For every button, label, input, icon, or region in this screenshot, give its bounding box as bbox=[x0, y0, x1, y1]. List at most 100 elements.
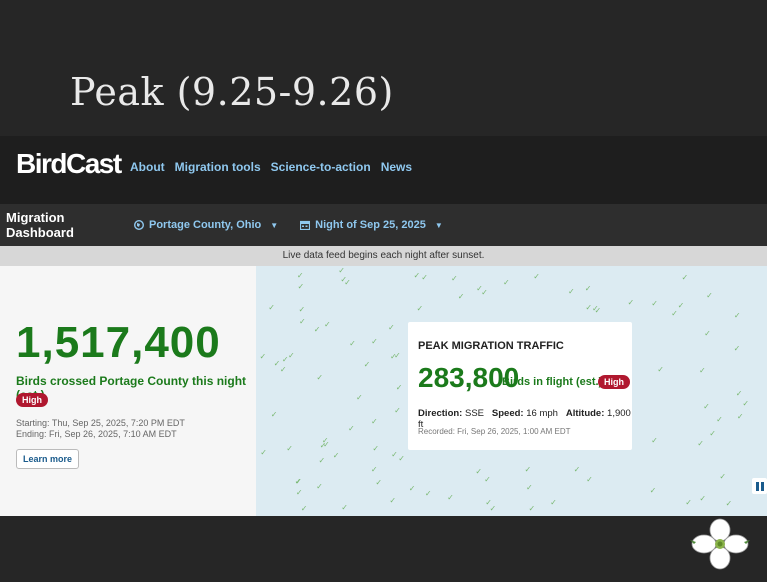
globe-icon bbox=[134, 220, 144, 230]
bird-marker-icon: ✓ bbox=[586, 474, 593, 484]
bird-marker-icon: ✓ bbox=[733, 343, 741, 353]
bird-marker-icon: ✓ bbox=[657, 364, 664, 374]
bird-marker-icon: ✓ bbox=[270, 410, 278, 420]
bird-marker-icon: ✓ bbox=[349, 338, 356, 348]
peak-traffic-card: PEAK MIGRATION TRAFFIC 283,800 Birds in … bbox=[408, 322, 632, 450]
bird-marker-icon: ✓ bbox=[286, 443, 293, 453]
bird-marker-icon: ✓ bbox=[313, 324, 321, 334]
bird-marker-icon: ✓ bbox=[347, 423, 355, 433]
slide-title: Peak (9.25-9.26) bbox=[70, 70, 394, 114]
top-nav: BirdCast About Migration tools Science-t… bbox=[0, 136, 767, 204]
bird-marker-icon: ✓ bbox=[733, 311, 741, 321]
bird-marker-icon: ✓ bbox=[296, 271, 304, 281]
total-birds-count: 1,517,400 bbox=[16, 318, 221, 367]
pause-icon[interactable] bbox=[752, 478, 767, 494]
bird-marker-icon: ✓ bbox=[324, 319, 331, 329]
bird-marker-icon: ✓ bbox=[584, 284, 592, 294]
summary-panel: 1,517,400 Birds crossed Portage County t… bbox=[0, 266, 256, 516]
bird-marker-icon: ✓ bbox=[481, 287, 488, 297]
bird-marker-icon: ✓ bbox=[413, 271, 421, 281]
bird-marker-icon: ✓ bbox=[268, 303, 275, 313]
migration-map[interactable]: ✓ ✓ ✓ ✓ ✓ ✓ ✓ ✓ ✓ ✓ ✓ ✓ ✓ ✓ ✓ ✓ ✓ ✓ ✓ ✓ ✓ ✓ ✓ ✓ ✓ ✓ ✓ ✓ ✓ ✓ ✓ ✓ ✓ ✓ ✓ ✓ ✓ ✓ ✓ ✓… bbox=[256, 266, 767, 516]
bird-marker-icon: ✓ bbox=[300, 503, 308, 513]
bird-marker-icon: ✓ bbox=[388, 322, 395, 332]
bird-marker-icon: ✓ bbox=[295, 488, 303, 498]
dashboard-title: Migration Dashboard bbox=[6, 210, 74, 240]
learn-more-button[interactable]: Learn more bbox=[16, 449, 80, 469]
peak-intensity-badge: High bbox=[598, 375, 630, 389]
bird-marker-icon: ✓ bbox=[736, 412, 744, 422]
nav-science-to-action[interactable]: Science-to-action bbox=[271, 160, 371, 174]
bird-marker-icon: ✓ bbox=[475, 467, 483, 477]
chevron-down-icon: ▼ bbox=[270, 220, 279, 230]
nav-migration-tools[interactable]: Migration tools bbox=[175, 160, 261, 174]
dashboard-bar: Migration Dashboard Portage County, Ohio… bbox=[0, 204, 767, 246]
bird-marker-icon: ✓ bbox=[725, 498, 733, 508]
bird-marker-icon: ✓ bbox=[319, 440, 327, 450]
bird-marker-icon: ✓ bbox=[356, 392, 363, 402]
presentation-slide: Peak (9.25-9.26) BirdCast About Migratio… bbox=[0, 0, 767, 582]
nav-links: About Migration tools Science-to-action … bbox=[130, 160, 412, 174]
nav-about[interactable]: About bbox=[130, 160, 165, 174]
bird-marker-icon: ✓ bbox=[706, 291, 713, 301]
bird-marker-icon: ✓ bbox=[550, 497, 557, 507]
bird-marker-icon: ✓ bbox=[332, 451, 340, 461]
ending-time: Ending: Fri, Sep 26, 2025, 7:10 AM EDT bbox=[16, 429, 177, 439]
bird-marker-icon: ✓ bbox=[391, 449, 398, 459]
bird-marker-icon: ✓ bbox=[395, 383, 403, 393]
birdcast-logo[interactable]: BirdCast bbox=[16, 148, 122, 180]
bird-marker-icon: ✓ bbox=[447, 493, 454, 503]
bird-marker-icon: ✓ bbox=[649, 485, 657, 495]
bird-marker-icon: ✓ bbox=[421, 272, 428, 282]
bird-marker-icon: ✓ bbox=[298, 305, 306, 315]
starting-time: Starting: Thu, Sep 25, 2025, 7:20 PM EDT bbox=[16, 418, 185, 428]
bird-marker-icon: ✓ bbox=[299, 316, 306, 326]
bird-marker-icon: ✓ bbox=[297, 282, 305, 292]
bird-marker-icon: ✓ bbox=[288, 351, 295, 361]
bird-marker-icon: ✓ bbox=[735, 389, 743, 399]
bird-marker-icon: ✓ bbox=[697, 439, 704, 449]
bird-marker-icon: ✓ bbox=[528, 503, 536, 513]
night-label: Night of Sep 25, 2025 bbox=[315, 219, 426, 231]
bird-marker-icon: ✓ bbox=[524, 465, 532, 475]
bird-marker-icon: ✓ bbox=[703, 402, 710, 412]
time-range: Starting: Thu, Sep 25, 2025, 7:20 PM EDT… bbox=[16, 418, 185, 440]
bird-marker-icon: ✓ bbox=[671, 308, 678, 318]
bird-marker-icon: ✓ bbox=[699, 493, 707, 503]
dogwood-flower-icon bbox=[690, 518, 750, 570]
bird-marker-icon: ✓ bbox=[408, 483, 416, 493]
bird-marker-icon: ✓ bbox=[573, 465, 581, 475]
speed-label: Speed: bbox=[491, 408, 524, 419]
altitude-label: Altitude: bbox=[565, 408, 605, 419]
bird-marker-icon: ✓ bbox=[424, 489, 432, 499]
bird-marker-icon: ✓ bbox=[685, 498, 692, 508]
recorded-time: Recorded: Fri, Sep 26, 2025, 1:00 AM EDT bbox=[418, 427, 571, 436]
bird-marker-icon: ✓ bbox=[651, 298, 658, 308]
bird-marker-icon: ✓ bbox=[698, 365, 706, 375]
chevron-down-icon: ▼ bbox=[434, 220, 443, 230]
direction-label: Direction: bbox=[418, 408, 463, 419]
bird-marker-icon: ✓ bbox=[344, 278, 351, 288]
peak-title: PEAK MIGRATION TRAFFIC bbox=[418, 340, 564, 352]
bird-marker-icon: ✓ bbox=[503, 278, 510, 288]
location-selector[interactable]: Portage County, Ohio ▼ bbox=[134, 219, 278, 231]
night-selector[interactable]: Night of Sep 25, 2025 ▼ bbox=[300, 219, 443, 231]
bird-marker-icon: ✓ bbox=[260, 447, 267, 457]
intensity-badge: High bbox=[16, 393, 48, 407]
total-birds-label: Birds crossed Portage County this night … bbox=[16, 374, 247, 402]
bird-marker-icon: ✓ bbox=[716, 414, 723, 424]
bird-marker-icon: ✓ bbox=[372, 443, 380, 453]
nav-news[interactable]: News bbox=[381, 160, 412, 174]
birdcast-screenshot: BirdCast About Migration tools Science-t… bbox=[0, 136, 767, 516]
peak-count-label: Birds in flight (est.) bbox=[502, 376, 603, 388]
bird-marker-icon: ✓ bbox=[568, 286, 575, 296]
bird-marker-icon: ✓ bbox=[318, 456, 326, 466]
location-label: Portage County, Ohio bbox=[149, 219, 262, 231]
bird-marker-icon: ✓ bbox=[704, 329, 711, 339]
bird-marker-icon: ✓ bbox=[341, 502, 348, 512]
feed-notice: Live data feed begins each night after s… bbox=[0, 246, 767, 266]
bird-marker-icon: ✓ bbox=[371, 337, 378, 347]
bird-marker-icon: ✓ bbox=[719, 472, 727, 482]
bird-marker-icon: ✓ bbox=[533, 271, 540, 281]
bird-marker-icon: ✓ bbox=[485, 498, 492, 508]
